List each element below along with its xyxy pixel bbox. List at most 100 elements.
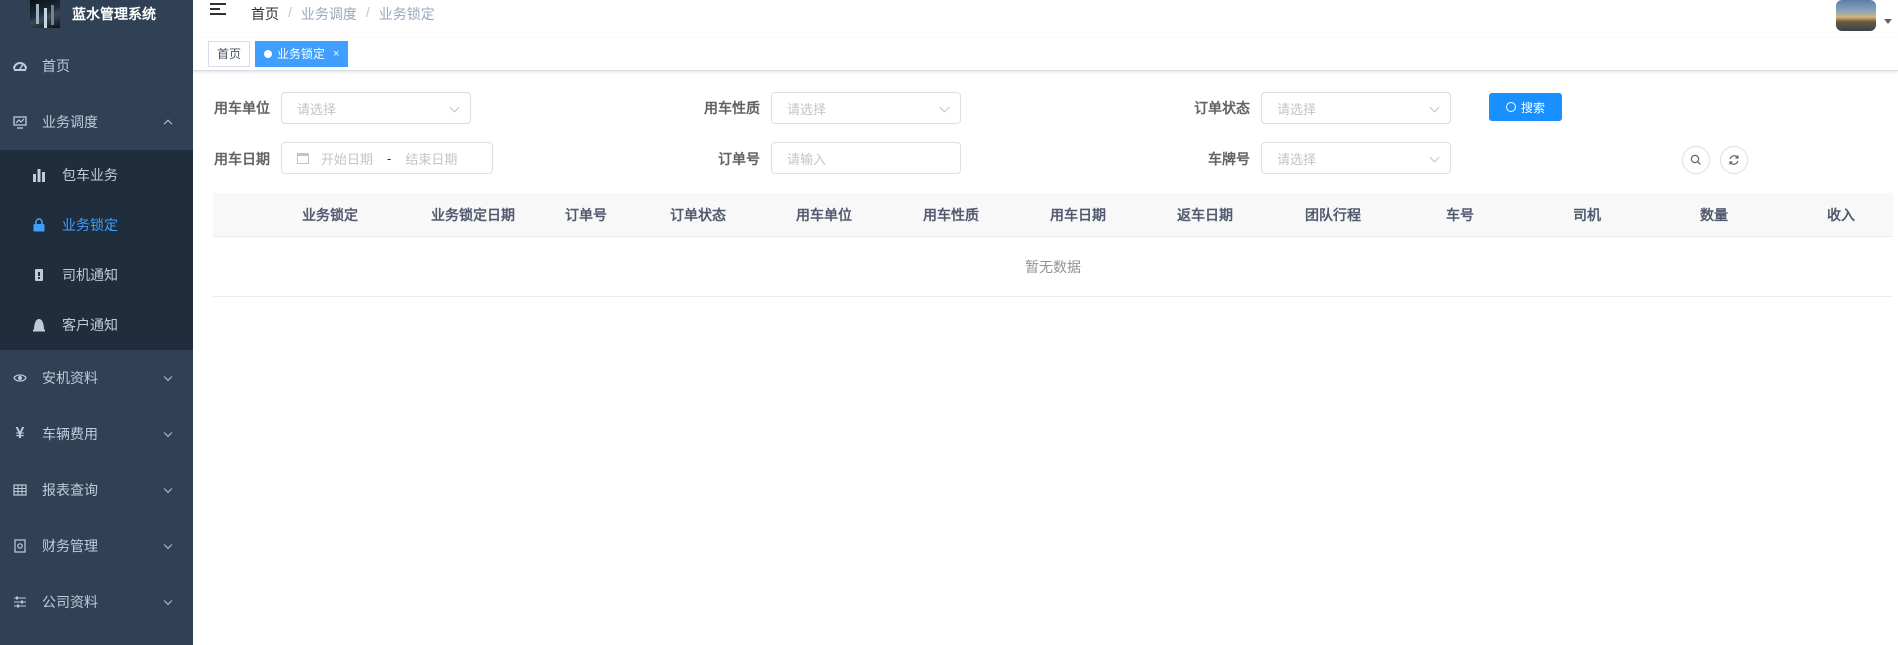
sidebar-item-company[interactable]: 公司资料 — [0, 574, 193, 630]
column-header: 用车性质 — [923, 206, 979, 223]
sidebar-item-label: 业务锁定 — [62, 217, 118, 233]
range-separator: - — [387, 150, 392, 166]
caret-down-icon[interactable] — [1884, 19, 1892, 24]
chevron-down-icon — [163, 428, 173, 438]
placeholder: 请选择 — [297, 101, 337, 117]
sidebar-item-label: 车辆费用 — [42, 426, 98, 442]
active-dot-icon — [264, 50, 273, 58]
calendar-icon — [297, 152, 309, 164]
sidebar-item-label: 客户通知 — [62, 317, 118, 333]
tag-business-lock[interactable]: 业务锁定 × — [255, 41, 349, 67]
breadcrumb-dispatch: 业务调度 — [300, 6, 357, 22]
close-icon[interactable]: × — [333, 42, 339, 66]
chevron-down-icon — [163, 596, 173, 606]
toggle-search-button[interactable] — [1682, 146, 1710, 174]
chevron-up-icon — [163, 119, 173, 129]
sliders-icon — [13, 595, 27, 609]
sidebar-item-customer-notice[interactable]: 客户通知 — [0, 300, 193, 350]
column-header: 团队行程 — [1305, 206, 1361, 223]
breadcrumb-separator: / — [365, 4, 370, 20]
breadcrumb-home[interactable]: 首页 — [251, 4, 279, 24]
finance-icon — [13, 539, 27, 553]
chevron-down-icon — [1429, 102, 1440, 113]
breadcrumb-separator: / — [288, 4, 292, 20]
refresh-button[interactable] — [1720, 146, 1748, 174]
search-button[interactable]: 搜索 — [1489, 93, 1562, 121]
order-status-label: 订单状态 — [1194, 100, 1250, 116]
sidebar-item-dispatch[interactable]: 业务调度 — [0, 94, 193, 150]
empty-state: 暂无数据 — [213, 237, 1893, 297]
hamburger-menu-icon[interactable] — [210, 3, 226, 17]
chevron-down-icon — [449, 102, 460, 113]
sidebar-item-label: 司机通知 — [62, 267, 118, 283]
tag-home[interactable]: 首页 — [208, 41, 251, 67]
user-bell-icon — [32, 318, 46, 332]
column-header: 用车单位 — [796, 206, 852, 223]
column-header: 业务锁定 — [302, 206, 358, 223]
chevron-down-icon — [163, 372, 173, 382]
plate-no-label: 车牌号 — [1208, 151, 1250, 167]
order-no-input[interactable]: 请输入 — [771, 142, 961, 174]
sidebar-item-label: 安机资料 — [42, 370, 98, 386]
logo-bar[interactable]: 蓝水管理系统 — [0, 0, 193, 28]
column-header: 收入 — [1827, 206, 1855, 223]
app-title: 蓝水管理系统 — [72, 6, 156, 22]
sidebar-item-business-lock[interactable]: 业务锁定 — [0, 200, 193, 250]
start-date-placeholder: 开始日期 — [321, 151, 374, 167]
order-status-select[interactable]: 请选择 — [1261, 92, 1451, 124]
placeholder: 请选择 — [1277, 101, 1317, 117]
column-header: 车号 — [1446, 206, 1474, 223]
monitor-icon — [13, 115, 27, 129]
sidebar-item-charter[interactable]: 包车业务 — [0, 150, 193, 200]
placeholder: 请选择 — [787, 101, 827, 117]
end-date-placeholder: 结束日期 — [405, 151, 458, 167]
sidebar-item-driver-notice[interactable]: 司机通知 — [0, 250, 193, 300]
sidebar-item-finance[interactable]: 财务管理 — [0, 518, 193, 574]
navbar: 首页 / 业务调度 / 业务锁定 — [193, 0, 1898, 38]
sidebar-item-label: 业务调度 — [42, 114, 98, 130]
bar-chart-icon — [32, 168, 46, 182]
refresh-icon — [1729, 155, 1739, 165]
search-icon — [1690, 154, 1701, 165]
sidebar-item-label: 首页 — [42, 58, 70, 74]
sidebar-item-report[interactable]: 报表查询 — [0, 462, 193, 518]
tag-label: 业务锁定 — [277, 47, 326, 61]
chevron-down-icon — [1429, 152, 1440, 163]
plate-no-select[interactable]: 请选择 — [1261, 142, 1451, 174]
sidebar: 蓝水管理系统 首页 业务调度 包车业务 业务锁定 司机通知 客户通知 安机资料 … — [0, 0, 193, 645]
sidebar-item-home[interactable]: 首页 — [0, 38, 193, 94]
sidebar-item-label: 财务管理 — [42, 538, 98, 554]
placeholder: 请输入 — [787, 151, 827, 167]
search-icon — [1505, 102, 1516, 112]
search-button-label: 搜索 — [1520, 100, 1545, 115]
lock-icon — [32, 218, 46, 232]
use-unit-select[interactable]: 请选择 — [281, 92, 471, 124]
dashboard-icon — [13, 59, 27, 73]
chevron-down-icon — [163, 540, 173, 550]
column-header: 数量 — [1700, 206, 1728, 223]
breadcrumb-current: 业务锁定 — [378, 6, 435, 22]
placeholder: 请选择 — [1277, 151, 1317, 167]
table-header: 业务锁定 业务锁定日期 订单号 订单状态 用车单位 用车性质 用车日期 返车日期… — [213, 193, 1893, 237]
sidebar-item-device-info[interactable]: 安机资料 — [0, 350, 193, 406]
column-header: 业务锁定日期 — [431, 206, 515, 223]
use-nature-label: 用车性质 — [704, 100, 760, 116]
use-date-range-picker[interactable]: 开始日期 - 结束日期 — [281, 142, 493, 174]
use-unit-label: 用车单位 — [214, 100, 270, 116]
sidebar-item-label: 包车业务 — [62, 167, 118, 183]
order-no-label: 订单号 — [718, 151, 760, 167]
column-header: 订单状态 — [670, 206, 726, 223]
avatar[interactable] — [1836, 0, 1876, 31]
sidebar-item-vehicle-cost[interactable]: ¥ 车辆费用 — [0, 406, 193, 462]
chevron-down-icon — [163, 484, 173, 494]
breadcrumb: 首页 / 业务调度 / 业务锁定 — [251, 4, 435, 24]
table-icon — [13, 483, 27, 497]
yen-icon: ¥ — [15, 425, 25, 442]
submenu-dispatch: 包车业务 业务锁定 司机通知 客户通知 — [0, 150, 193, 350]
logo-image — [30, 0, 60, 28]
sidebar-item-label: 报表查询 — [42, 482, 98, 498]
column-header: 用车日期 — [1050, 206, 1106, 223]
use-date-label: 用车日期 — [214, 151, 270, 167]
use-nature-select[interactable]: 请选择 — [771, 92, 961, 124]
sidebar-item-label: 公司资料 — [42, 594, 98, 610]
